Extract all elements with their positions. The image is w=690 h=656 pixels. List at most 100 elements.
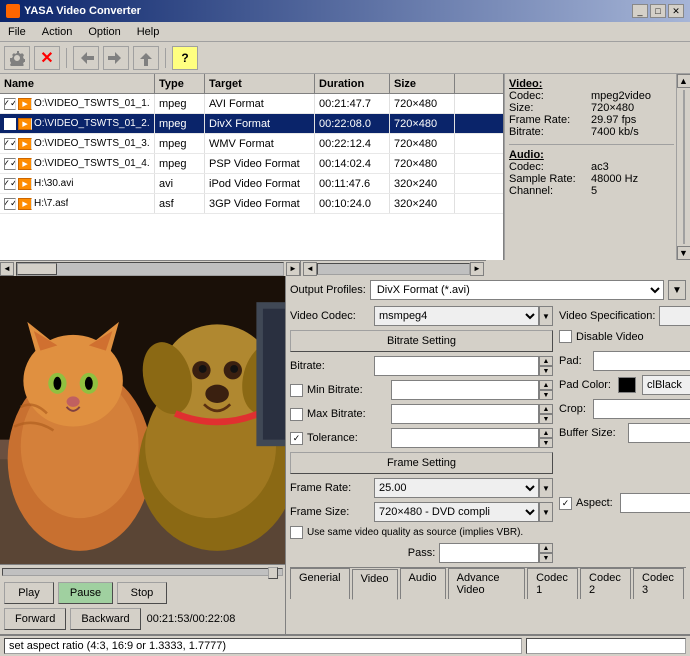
min-bitrate-input[interactable]: 0 — [391, 380, 539, 400]
progress-track[interactable] — [2, 568, 283, 576]
stop-button[interactable]: Stop — [117, 582, 167, 604]
table-row[interactable]: ✓ ▶ O:\VIDEO_TSWTS_01_3.VOB mpeg WMV For… — [0, 134, 503, 154]
menu-help[interactable]: Help — [133, 25, 164, 39]
info-scrollbar[interactable]: ▲ ▼ — [676, 74, 690, 260]
settings-button[interactable] — [4, 46, 30, 70]
play-button[interactable]: Play — [4, 582, 54, 604]
pass-down[interactable]: ▼ — [539, 553, 553, 563]
pad-color-box[interactable] — [618, 377, 636, 393]
bitrate-up[interactable]: ▲ — [539, 356, 553, 366]
output-profile-select[interactable]: DivX Format (*.avi) — [370, 280, 664, 300]
video-codec-arrow[interactable]: ▼ — [539, 306, 553, 326]
max-bitrate-input[interactable]: 0 — [391, 404, 539, 424]
max-bitrate-checkbox[interactable] — [290, 408, 303, 421]
crop-input[interactable]: 0;0;0;0 — [593, 399, 690, 419]
menu-option[interactable]: Option — [84, 25, 124, 39]
bitrate-input[interactable]: 1150 — [374, 356, 539, 376]
close-button[interactable]: ✕ — [668, 4, 684, 18]
table-row[interactable]: ✓ ▶ O:\VIDEO_TSWTS_01_1.VOB mpeg AVI For… — [0, 94, 503, 114]
file-list-body: ✓ ▶ O:\VIDEO_TSWTS_01_1.VOB mpeg AVI For… — [0, 94, 503, 260]
min-bitrate-down[interactable]: ▼ — [539, 390, 553, 400]
hscroll-track[interactable] — [16, 262, 284, 276]
row-checkbox-1[interactable]: ✓ — [4, 118, 16, 130]
maximize-button[interactable]: □ — [650, 4, 666, 18]
row-checkbox-4[interactable]: ✓ — [4, 178, 16, 190]
bitrate-down[interactable]: ▼ — [539, 366, 553, 376]
frame-size-select[interactable]: 720×480 - DVD compli — [374, 502, 539, 522]
aspect-checkbox[interactable] — [559, 497, 572, 510]
frame-size-arrow[interactable]: ▼ — [539, 502, 553, 522]
aspect-label: Aspect: — [576, 497, 616, 509]
table-row[interactable]: ✓ ▶ H:\30.avi avi iPod Video Format 00:1… — [0, 174, 503, 194]
row-checkbox-3[interactable]: ✓ — [4, 158, 16, 170]
tab-audio[interactable]: Audio — [400, 568, 446, 599]
menu-file[interactable]: File — [4, 25, 30, 39]
col-type: Type — [155, 74, 205, 93]
bitrate-section-button[interactable]: Bitrate Setting — [290, 330, 553, 352]
help-button[interactable]: ? — [172, 46, 198, 70]
file-icon-4: ▶ — [18, 178, 32, 190]
file-list-hscrollbar[interactable]: ◄ ► ◄ ► — [0, 260, 486, 276]
table-row[interactable]: ✓ ▶ H:\7.asf asf 3GP Video Format 00:10:… — [0, 194, 503, 214]
tab-codec3[interactable]: Codec 3 — [633, 568, 684, 599]
row-checkbox-5[interactable]: ✓ — [4, 198, 16, 210]
max-bitrate-down[interactable]: ▼ — [539, 414, 553, 424]
move-left-button[interactable] — [73, 46, 99, 70]
scroll-up-button[interactable]: ▲ — [677, 74, 690, 88]
tab-advance-video[interactable]: Advance Video — [448, 568, 525, 599]
row-checkbox-2[interactable]: ✓ — [4, 138, 16, 150]
tolerance-input[interactable]: 4000 — [391, 428, 539, 448]
frame-rate-arrow[interactable]: ▼ — [539, 478, 553, 498]
pause-button[interactable]: Pause — [58, 582, 113, 604]
scroll-down-button[interactable]: ▼ — [677, 246, 690, 260]
info-hscroll-right[interactable]: ► — [470, 262, 484, 276]
table-row[interactable]: ✓ ▶ O:\VIDEO_TSWTS_01_4.VOB mpeg PSP Vid… — [0, 154, 503, 174]
hscroll-right-button[interactable]: ► — [286, 262, 300, 276]
tolerance-checkbox[interactable] — [290, 432, 303, 445]
progress-bar[interactable] — [0, 564, 285, 578]
video-spec-select[interactable] — [659, 306, 690, 326]
tab-video[interactable]: Video — [352, 569, 398, 600]
output-profile-arrow[interactable]: ▼ — [668, 280, 686, 300]
pass-input[interactable]: 1 — [439, 543, 539, 563]
frame-section-button[interactable]: Frame Setting — [290, 452, 553, 474]
move-up-button[interactable] — [133, 46, 159, 70]
tab-codec1[interactable]: Codec 1 — [527, 568, 578, 599]
max-bitrate-spin: 0 ▲ ▼ — [391, 404, 553, 424]
tab-generial[interactable]: Generial — [290, 568, 350, 599]
audio-section-label: Audio: — [509, 149, 674, 161]
video-section-label: Video: — [509, 78, 674, 90]
tolerance-down[interactable]: ▼ — [539, 438, 553, 448]
progress-thumb[interactable] — [268, 567, 278, 579]
move-right-button[interactable] — [103, 46, 129, 70]
backward-button[interactable]: Backward — [70, 608, 140, 630]
video-codec-select[interactable]: msmpeg4 — [374, 306, 539, 326]
menu-action[interactable]: Action — [38, 25, 77, 39]
bottom-section: Play Pause Stop Forward Backward 00:21:5… — [0, 276, 690, 634]
buffer-input[interactable]: 0 — [628, 423, 690, 443]
aspect-input[interactable]: 1.78 — [620, 493, 690, 513]
pass-up[interactable]: ▲ — [539, 543, 553, 553]
delete-button[interactable]: ✕ — [34, 46, 60, 70]
tab-codec2[interactable]: Codec 2 — [580, 568, 631, 599]
max-bitrate-up[interactable]: ▲ — [539, 404, 553, 414]
frame-rate-select[interactable]: 25.00 — [374, 478, 539, 498]
min-bitrate-row: Min Bitrate: 0 ▲ ▼ — [290, 380, 553, 400]
tolerance-up[interactable]: ▲ — [539, 428, 553, 438]
info-hscroll-left[interactable]: ◄ — [303, 262, 317, 276]
pad-color-select[interactable]: clBlack — [642, 375, 690, 395]
vbr-checkbox[interactable] — [290, 526, 303, 539]
hscroll-thumb[interactable] — [17, 263, 57, 275]
min-bitrate-checkbox[interactable] — [290, 384, 303, 397]
table-row[interactable]: ✓ ▶ O:\VIDEO_TSWTS_01_2.VOB mpeg DivX Fo… — [0, 114, 503, 134]
tolerance-row: Tolerance: 4000 ▲ ▼ — [290, 428, 553, 448]
forward-button[interactable]: Forward — [4, 608, 66, 630]
disable-video-checkbox[interactable] — [559, 330, 572, 343]
pad-color-row: Pad Color: clBlack ▼ — [559, 375, 690, 395]
max-bitrate-label: Max Bitrate: — [307, 408, 387, 420]
hscroll-left-button[interactable]: ◄ — [0, 262, 14, 276]
minimize-button[interactable]: _ — [632, 4, 648, 18]
min-bitrate-up[interactable]: ▲ — [539, 380, 553, 390]
row-checkbox-0[interactable]: ✓ — [4, 98, 16, 110]
pad-input[interactable]: 0;0;0;0 — [593, 351, 690, 371]
